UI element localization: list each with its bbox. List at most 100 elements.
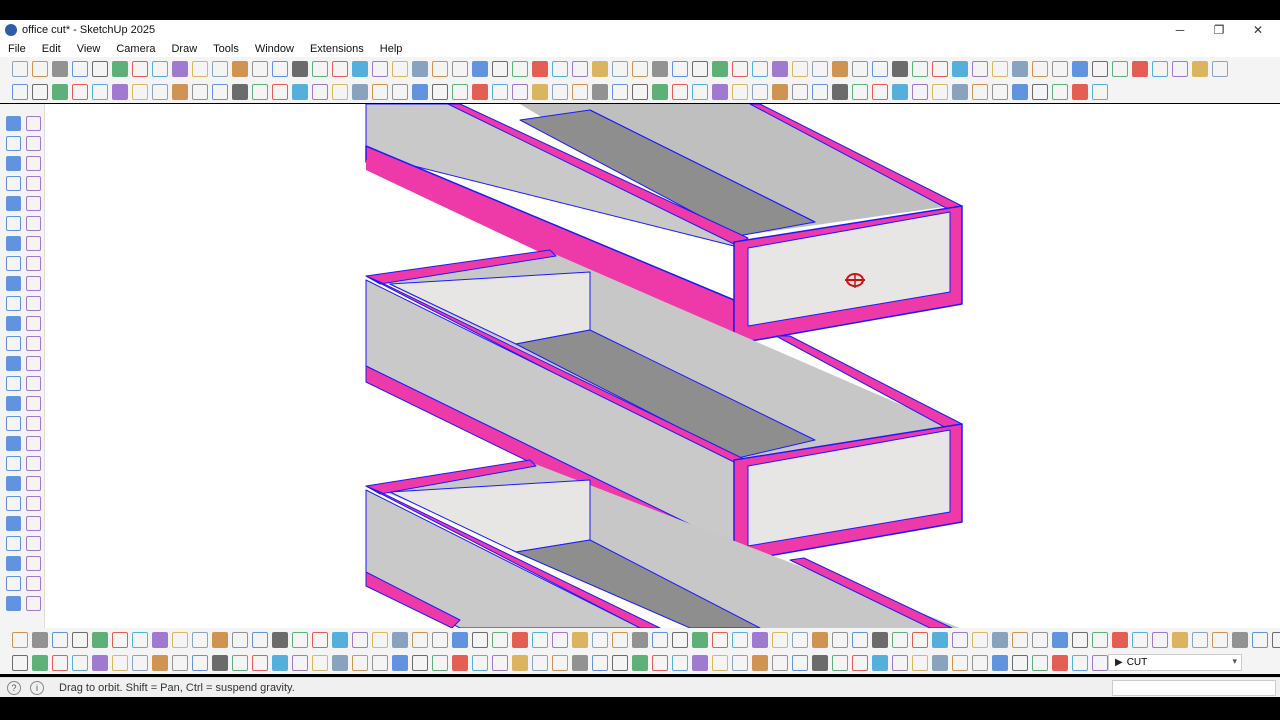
palette-tool-icon[interactable]	[6, 436, 21, 451]
active-tag-dropdown[interactable]: ▶ CUT ▾	[1108, 654, 1242, 671]
toolbar-tool-icon[interactable]	[472, 632, 488, 648]
toolbar-tool-icon[interactable]	[232, 84, 248, 100]
menu-tools[interactable]: Tools	[205, 43, 247, 55]
toolbar-tool-icon[interactable]	[712, 61, 728, 77]
toolbar-tool-icon[interactable]	[292, 655, 308, 671]
toolbar-tool-icon[interactable]	[992, 655, 1008, 671]
toolbar-tool-icon[interactable]	[1152, 61, 1168, 77]
toolbar-tool-icon[interactable]	[512, 84, 528, 100]
toolbar-tool-icon[interactable]	[92, 655, 108, 671]
palette-tool-icon[interactable]	[6, 236, 21, 251]
toolbar-tool-icon[interactable]	[1032, 84, 1048, 100]
toolbar-tool-icon[interactable]	[632, 61, 648, 77]
toolbar-tool-icon[interactable]	[32, 655, 48, 671]
toolbar-tool-icon[interactable]	[92, 632, 108, 648]
toolbar-tool-icon[interactable]	[492, 632, 508, 648]
toolbar-tool-icon[interactable]	[852, 655, 868, 671]
palette-tool-icon[interactable]	[26, 416, 41, 431]
toolbar-tool-icon[interactable]	[972, 84, 988, 100]
toolbar-tool-icon[interactable]	[1052, 61, 1068, 77]
toolbar-tool-icon[interactable]	[132, 632, 148, 648]
restore-button[interactable]: ❐	[1199, 20, 1239, 40]
help-icon[interactable]: ?	[7, 681, 21, 695]
toolbar-tool-icon[interactable]	[232, 632, 248, 648]
toolbar-tool-icon[interactable]	[192, 632, 208, 648]
toolbar-tool-icon[interactable]	[392, 655, 408, 671]
toolbar-tool-icon[interactable]	[12, 632, 28, 648]
toolbar-tool-icon[interactable]	[372, 632, 388, 648]
palette-tool-icon[interactable]	[6, 396, 21, 411]
toolbar-tool-icon[interactable]	[592, 655, 608, 671]
toolbar-tool-icon[interactable]	[652, 632, 668, 648]
palette-tool-icon[interactable]	[26, 156, 41, 171]
palette-tool-icon[interactable]	[26, 176, 41, 191]
palette-tool-icon[interactable]	[6, 596, 21, 611]
toolbar-tool-icon[interactable]	[332, 84, 348, 100]
palette-tool-icon[interactable]	[6, 456, 21, 471]
toolbar-tool-icon[interactable]	[272, 655, 288, 671]
palette-tool-icon[interactable]	[26, 256, 41, 271]
toolbar-tool-icon[interactable]	[552, 632, 568, 648]
toolbar-tool-icon[interactable]	[192, 61, 208, 77]
toolbar-tool-icon[interactable]	[32, 84, 48, 100]
toolbar-tool-icon[interactable]	[472, 84, 488, 100]
toolbar-tool-icon[interactable]	[812, 632, 828, 648]
info-icon[interactable]: i	[30, 681, 44, 695]
toolbar-tool-icon[interactable]	[1272, 632, 1280, 648]
toolbar-tool-icon[interactable]	[352, 655, 368, 671]
toolbar-tool-icon[interactable]	[592, 632, 608, 648]
toolbar-tool-icon[interactable]	[252, 632, 268, 648]
palette-tool-icon[interactable]	[6, 536, 21, 551]
toolbar-tool-icon[interactable]	[672, 655, 688, 671]
chevron-down-icon[interactable]: ▾	[1232, 656, 1237, 667]
toolbar-tool-icon[interactable]	[532, 61, 548, 77]
palette-tool-icon[interactable]	[26, 236, 41, 251]
toolbar-tool-icon[interactable]	[612, 655, 628, 671]
toolbar-tool-icon[interactable]	[532, 632, 548, 648]
palette-tool-icon[interactable]	[26, 296, 41, 311]
palette-tool-icon[interactable]	[26, 456, 41, 471]
toolbar-tool-icon[interactable]	[992, 84, 1008, 100]
palette-tool-icon[interactable]	[26, 316, 41, 331]
toolbar-tool-icon[interactable]	[512, 632, 528, 648]
palette-tool-icon[interactable]	[26, 216, 41, 231]
toolbar-tool-icon[interactable]	[1192, 61, 1208, 77]
palette-tool-icon[interactable]	[26, 516, 41, 531]
toolbar-tool-icon[interactable]	[412, 84, 428, 100]
toolbar-tool-icon[interactable]	[112, 655, 128, 671]
toolbar-tool-icon[interactable]	[72, 655, 88, 671]
close-button[interactable]: ✕	[1238, 20, 1278, 40]
palette-tool-icon[interactable]	[26, 336, 41, 351]
toolbar-tool-icon[interactable]	[772, 655, 788, 671]
toolbar-tool-icon[interactable]	[452, 84, 468, 100]
palette-tool-icon[interactable]	[6, 496, 21, 511]
toolbar-tool-icon[interactable]	[672, 61, 688, 77]
toolbar-tool-icon[interactable]	[852, 84, 868, 100]
toolbar-tool-icon[interactable]	[492, 84, 508, 100]
toolbar-tool-icon[interactable]	[872, 61, 888, 77]
palette-tool-icon[interactable]	[26, 476, 41, 491]
toolbar-tool-icon[interactable]	[392, 61, 408, 77]
toolbar-tool-icon[interactable]	[432, 632, 448, 648]
toolbar-tool-icon[interactable]	[692, 632, 708, 648]
toolbar-tool-icon[interactable]	[152, 632, 168, 648]
palette-tool-icon[interactable]	[6, 516, 21, 531]
palette-tool-icon[interactable]	[6, 376, 21, 391]
toolbar-tool-icon[interactable]	[412, 655, 428, 671]
toolbar-tool-icon[interactable]	[932, 84, 948, 100]
toolbar-tool-icon[interactable]	[52, 84, 68, 100]
toolbar-tool-icon[interactable]	[72, 84, 88, 100]
toolbar-tool-icon[interactable]	[732, 655, 748, 671]
toolbar-tool-icon[interactable]	[1032, 61, 1048, 77]
palette-tool-icon[interactable]	[6, 256, 21, 271]
toolbar-tool-icon[interactable]	[1092, 655, 1108, 671]
toolbar-tool-icon[interactable]	[1012, 632, 1028, 648]
toolbar-tool-icon[interactable]	[772, 61, 788, 77]
menu-view[interactable]: View	[69, 43, 109, 55]
palette-tool-icon[interactable]	[6, 196, 21, 211]
toolbar-tool-icon[interactable]	[652, 84, 668, 100]
toolbar-tool-icon[interactable]	[952, 84, 968, 100]
toolbar-tool-icon[interactable]	[872, 655, 888, 671]
toolbar-tool-icon[interactable]	[192, 84, 208, 100]
toolbar-tool-icon[interactable]	[632, 655, 648, 671]
